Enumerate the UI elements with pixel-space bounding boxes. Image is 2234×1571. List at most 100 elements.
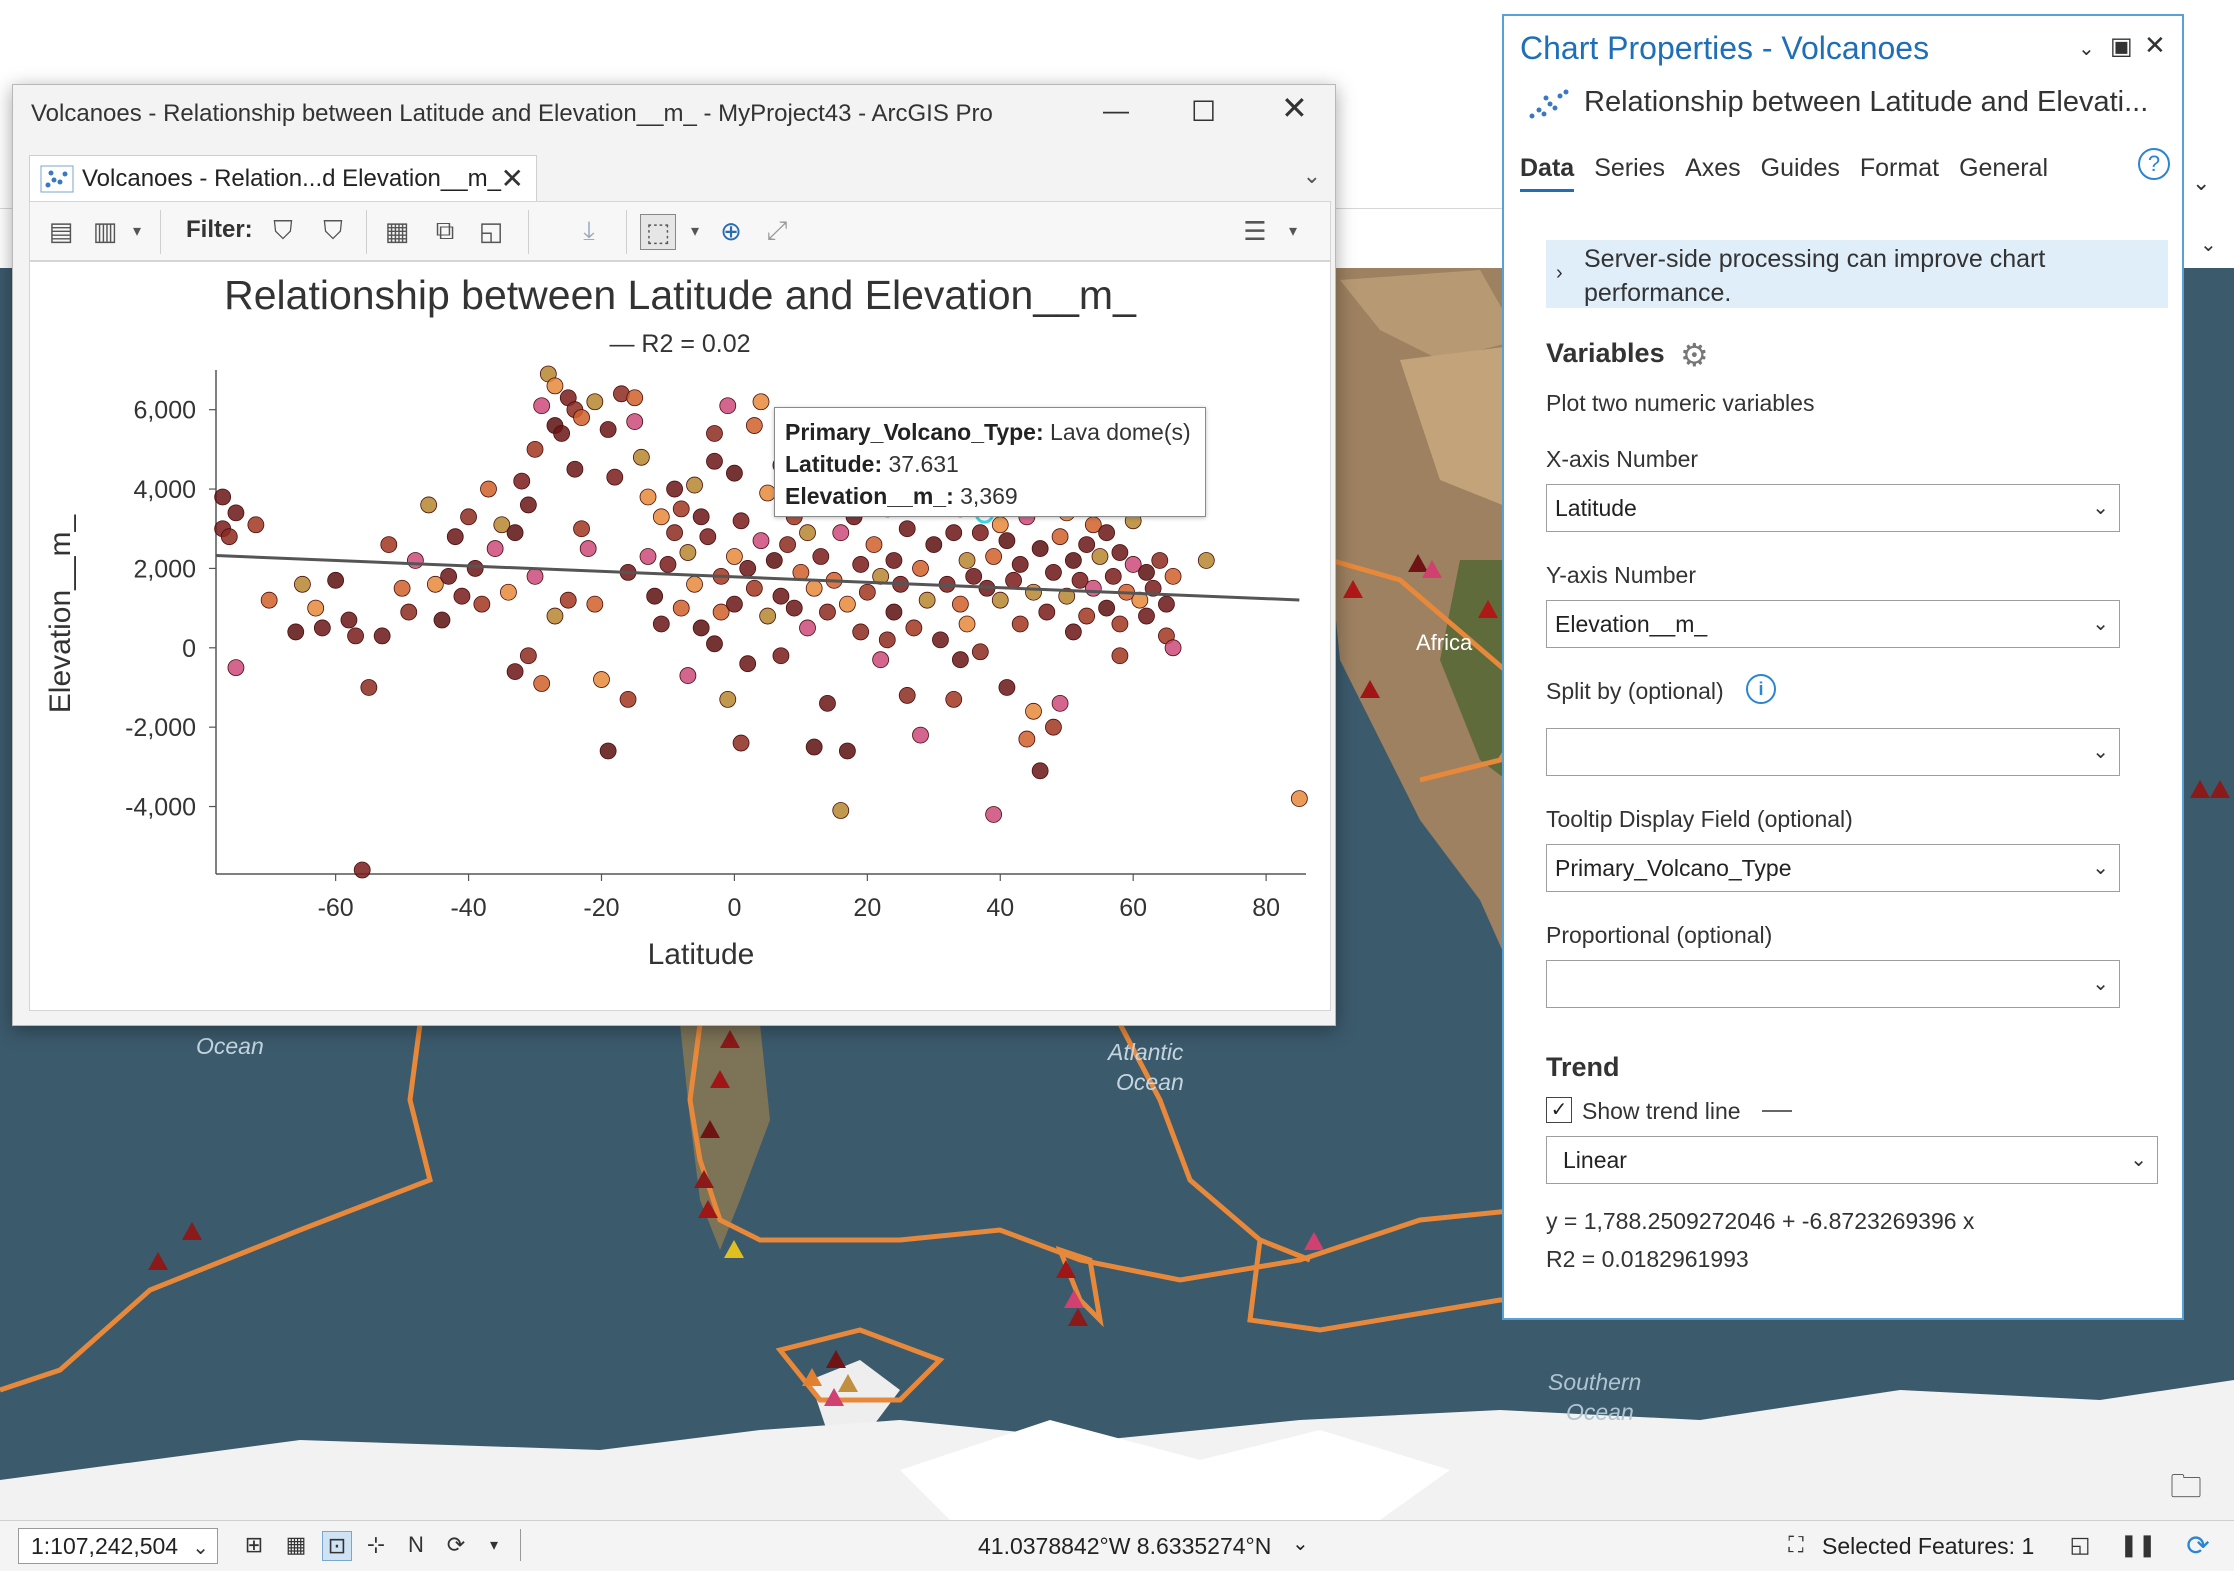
data-point bbox=[373, 627, 391, 645]
data-point bbox=[606, 468, 624, 486]
select-tool-chevron-icon[interactable]: ▾ bbox=[678, 214, 712, 248]
properties-icon[interactable]: ▤ bbox=[44, 214, 78, 248]
trend-r2: R2 = 0.0182961993 bbox=[1546, 1246, 1749, 1272]
selection-icon[interactable]: ⛶ bbox=[1782, 1531, 1810, 1559]
data-point bbox=[726, 464, 743, 482]
north-arrow-icon[interactable]: N bbox=[402, 1531, 430, 1559]
help-icon[interactable]: ? bbox=[2138, 148, 2170, 180]
show-trend-label: Show trend line bbox=[1582, 1098, 1741, 1124]
data-point bbox=[1031, 762, 1049, 780]
full-extent-icon[interactable]: ⤢ bbox=[760, 214, 794, 248]
tab-format[interactable]: Format bbox=[1860, 154, 1939, 192]
select-tool-icon[interactable]: ⬚ bbox=[640, 214, 676, 250]
show-trend-checkbox[interactable]: ✓ bbox=[1546, 1097, 1572, 1123]
switch-selection-icon[interactable]: ⧉ bbox=[428, 214, 462, 248]
data-point bbox=[553, 425, 571, 442]
pane-close-icon[interactable]: ✕ bbox=[2144, 30, 2166, 61]
chart-window[interactable]: Volcanoes - Relationship between Latitud… bbox=[12, 84, 1336, 1026]
server-side-info-banner[interactable]: › Server-side processing can improve cha… bbox=[1546, 240, 2168, 308]
scatter-plot[interactable]: -60 -40 -20 0 20 40 60 80 6,000 4,000 2,000 0 -2,000… bbox=[30, 262, 1330, 1010]
data-point bbox=[878, 631, 896, 649]
info-line-1: Server-side processing can improve chart bbox=[1584, 245, 2046, 273]
pause-icon[interactable]: ❚❚ bbox=[2120, 1531, 2157, 1559]
pane-tabs: Data Series Axes Guides Format General bbox=[1520, 154, 2068, 192]
data-point bbox=[519, 496, 537, 514]
catalog-icon[interactable]: 🗀 bbox=[2170, 1464, 2202, 1518]
map-label-ocean-atlantic: Ocean bbox=[1116, 1069, 1184, 1095]
snapping-icon[interactable]: ⊡ bbox=[322, 1531, 352, 1561]
zoom-in-icon[interactable]: ⊕ bbox=[714, 214, 748, 248]
clear-selection-icon[interactable]: ◱ bbox=[2066, 1531, 2094, 1559]
data-point bbox=[672, 599, 690, 617]
zoom-to-selection-icon[interactable]: ⤓ bbox=[572, 214, 606, 248]
data-point bbox=[626, 389, 644, 407]
split-by-select[interactable]: ⌄ bbox=[1546, 728, 2120, 776]
scale-select[interactable]: 1:107,242,504 ⌄ bbox=[18, 1528, 218, 1564]
y-tick-label: -2,000 bbox=[125, 714, 196, 742]
data-point bbox=[752, 393, 770, 411]
pane-maximize-icon[interactable]: ▣ bbox=[2110, 32, 2133, 61]
list-options-chevron-icon[interactable]: ▾ bbox=[1276, 214, 1310, 248]
data-point bbox=[1158, 595, 1175, 613]
tab-chart[interactable]: Volcanoes - Relation...d Elevation__m_ ✕ bbox=[29, 155, 537, 201]
chart-area[interactable]: Relationship between Latitude and Elevat… bbox=[29, 261, 1331, 1011]
data-point bbox=[260, 591, 278, 609]
data-point bbox=[885, 603, 903, 621]
chevron-down-icon[interactable]: ▾ bbox=[480, 1531, 508, 1559]
gear-icon[interactable]: ⚙ bbox=[1680, 336, 1709, 374]
chevron-down-icon: ⌄ bbox=[2130, 1149, 2147, 1171]
tab-data[interactable]: Data bbox=[1520, 154, 1575, 192]
list-options-icon[interactable]: ☰ bbox=[1238, 214, 1272, 248]
filter-extent-icon[interactable]: ⛉ bbox=[266, 214, 300, 248]
data-point bbox=[706, 452, 723, 470]
data-point bbox=[852, 556, 870, 573]
tab-general[interactable]: General bbox=[1959, 154, 2048, 192]
data-point bbox=[732, 734, 750, 752]
maximize-icon[interactable]: ☐ bbox=[1191, 95, 1216, 128]
close-icon[interactable]: ✕ bbox=[1281, 89, 1308, 127]
trend-type-select[interactable]: Linear ⌄ bbox=[1546, 1136, 2158, 1184]
tab-axes[interactable]: Axes bbox=[1685, 154, 1741, 192]
data-point bbox=[692, 619, 710, 637]
ribbon-chevron-icon[interactable]: ⌄ bbox=[2192, 170, 2210, 196]
x-axis-select[interactable]: Latitude ⌄ bbox=[1546, 484, 2120, 532]
data-point bbox=[473, 595, 491, 613]
tab-close-icon[interactable]: ✕ bbox=[501, 162, 524, 195]
filter-selection-icon[interactable]: ⛉ bbox=[316, 214, 350, 248]
pane-options-chevron-icon[interactable]: ⌄ bbox=[2078, 36, 2095, 61]
data-point bbox=[579, 540, 597, 557]
coordinates-chevron-icon[interactable]: ⌄ bbox=[1292, 1531, 1309, 1556]
chevron-down-icon: ⌄ bbox=[2092, 613, 2109, 635]
data-point bbox=[546, 607, 564, 625]
proportional-select[interactable]: ⌄ bbox=[1546, 960, 2120, 1008]
pane-chart-name: Relationship between Latitude and Elevat… bbox=[1584, 86, 2149, 118]
chart-type-icon[interactable]: ▥ bbox=[88, 214, 122, 248]
y-axis-select[interactable]: Elevation__m_ ⌄ bbox=[1546, 600, 2120, 648]
expand-chevron-icon[interactable]: › bbox=[1556, 256, 1563, 290]
data-point bbox=[991, 591, 1009, 609]
tab-list-chevron-icon[interactable]: ⌄ bbox=[1303, 163, 1321, 189]
refresh-icon[interactable]: ⟳ bbox=[442, 1531, 470, 1559]
minimize-icon[interactable]: — bbox=[1103, 95, 1129, 126]
data-point bbox=[991, 516, 1009, 534]
clear-selection-icon[interactable]: ◱ bbox=[474, 214, 508, 248]
chart-type-chevron-icon[interactable]: ▾ bbox=[120, 214, 154, 248]
data-point bbox=[858, 583, 876, 601]
info-icon[interactable]: i bbox=[1746, 674, 1776, 704]
filter-label: Filter: bbox=[186, 216, 253, 243]
data-point bbox=[1064, 552, 1082, 569]
data-point bbox=[998, 679, 1016, 696]
table-icon[interactable]: ▦ bbox=[282, 1531, 310, 1559]
data-point bbox=[1091, 548, 1109, 565]
data-point bbox=[400, 603, 418, 621]
tab-series[interactable]: Series bbox=[1594, 154, 1665, 192]
constraints-icon[interactable]: ⊹ bbox=[362, 1531, 390, 1559]
chart-window-titlebar[interactable]: Volcanoes - Relationship between Latitud… bbox=[13, 85, 1335, 147]
tooltip-field-select[interactable]: Primary_Volcano_Type ⌄ bbox=[1546, 844, 2120, 892]
grid-icon[interactable]: ⊞ bbox=[240, 1531, 268, 1559]
map-chevron-icon[interactable]: ⌄ bbox=[2200, 232, 2217, 257]
tab-guides[interactable]: Guides bbox=[1761, 154, 1840, 192]
table-icon[interactable]: ▦ bbox=[380, 214, 414, 248]
refresh-map-icon[interactable]: ⟳ bbox=[2184, 1530, 2212, 1561]
y-axis-value: Elevation__m_ bbox=[1555, 610, 1708, 637]
